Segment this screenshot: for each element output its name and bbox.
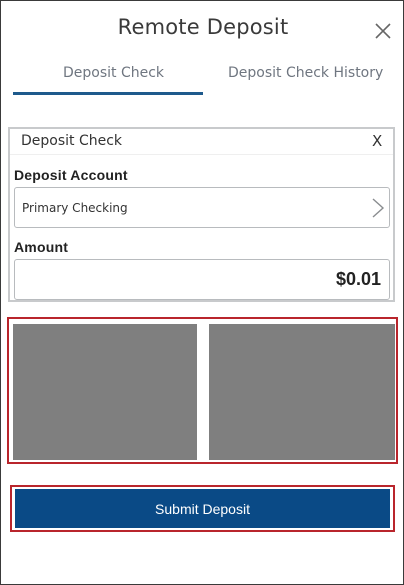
amount-value: $0.01 [335, 269, 381, 289]
deposit-account-value: Primary Checking [22, 201, 128, 215]
amount-label: Amount [14, 239, 69, 255]
deposit-account-label: Deposit Account [14, 167, 128, 183]
amount-input[interactable]: $0.01 [14, 259, 390, 300]
check-front-image[interactable] [13, 324, 197, 460]
remote-deposit-dialog: Remote Deposit Deposit Check Deposit Che… [0, 0, 404, 585]
deposit-check-card: Deposit Check X Deposit Account Primary … [8, 127, 395, 302]
tab-bar: Deposit Check Deposit Check History [1, 57, 404, 97]
chevron-right-icon [372, 198, 385, 218]
dialog-title: Remote Deposit [117, 15, 289, 39]
submit-button-outline: Submit Deposit [10, 485, 395, 532]
tab-deposit-check[interactable]: Deposit Check [63, 65, 164, 81]
deposit-account-select[interactable]: Primary Checking [14, 187, 390, 228]
active-tab-indicator [13, 92, 203, 95]
submit-deposit-button[interactable]: Submit Deposit [15, 489, 390, 528]
card-title: Deposit Check [21, 133, 123, 149]
check-back-image[interactable] [209, 324, 395, 460]
check-images-area [7, 317, 398, 464]
card-close-button[interactable]: X [372, 132, 382, 150]
tab-deposit-check-history[interactable]: Deposit Check History [228, 65, 383, 81]
card-header: Deposit Check X [10, 129, 393, 155]
close-icon[interactable] [373, 21, 393, 41]
